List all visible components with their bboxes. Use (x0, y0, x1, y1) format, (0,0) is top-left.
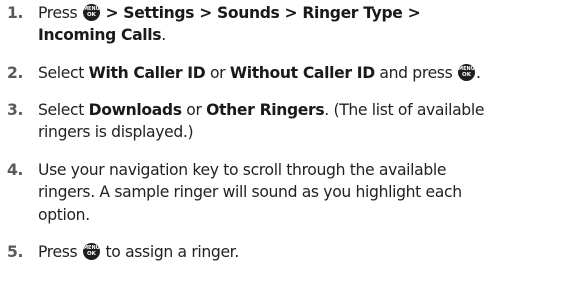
option-without-caller-id: Without Caller ID (229, 64, 375, 82)
menu-path-end: Incoming Calls (38, 26, 162, 45)
step-number: 3. (7, 101, 24, 119)
option-with-caller-id: With Caller ID (88, 64, 206, 82)
step-number: 4. (7, 161, 24, 179)
menu-ok-key-icon: MENU OK (457, 64, 475, 81)
step-number: 2. (7, 64, 24, 82)
step-text: Press MENU OK to assign a ringer. (38, 243, 239, 261)
option-downloads: Downloads (88, 101, 182, 119)
menu-path: > Settings > Sounds > Ringer Type > (105, 4, 421, 22)
menu-ok-key-icon: MENU OK (82, 243, 100, 260)
menu-ok-key-icon: MENU OK (82, 4, 100, 21)
option-other-ringers: Other Ringers (206, 101, 325, 119)
instruction-page: 1. Press MENU OK > Settings > Sounds > Ri… (0, 0, 581, 295)
step-text: Select With Caller ID or Without Caller … (38, 64, 481, 82)
step-text: Use your navigation key to scroll throug… (38, 161, 462, 224)
step-text: Press MENU OK > Settings > Sounds > Ringe… (38, 4, 421, 45)
step-number: 5. (7, 243, 24, 261)
step-number: 1. (7, 4, 24, 22)
step-text: Select Downloads or Other Ringers. (The … (38, 101, 485, 142)
